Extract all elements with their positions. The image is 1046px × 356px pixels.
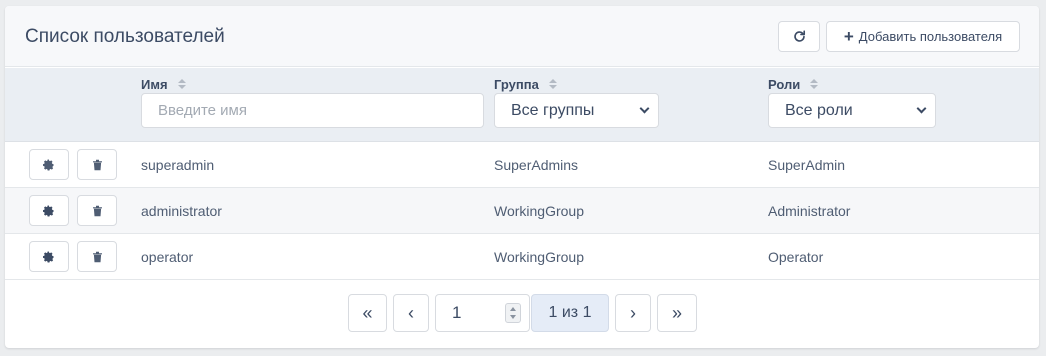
next-page-button[interactable]: › [615,294,651,332]
name-filter-input[interactable] [141,93,484,128]
first-page-button[interactable]: « [348,294,387,332]
column-roles-header[interactable]: Роли [768,77,819,92]
user-group-cell: WorkingGroup [494,203,585,219]
chevron-down-icon [916,103,927,114]
roles-filter-select[interactable]: Все роли [768,93,936,128]
group-select-value: Все группы [511,101,595,119]
user-group-cell: WorkingGroup [494,249,585,265]
page-number-input[interactable]: 1 [435,294,530,332]
delete-button[interactable] [77,149,117,180]
add-user-label: Добавить пользователя [858,29,1003,44]
spinner-icon[interactable] [505,303,521,323]
user-role-cell: Operator [768,249,824,265]
trash-icon [92,159,102,170]
refresh-icon [793,30,805,42]
user-name-cell: operator [141,249,194,265]
users-card: Список пользователей + Добавить пользова… [5,6,1039,348]
page-number-value: 1 [452,303,462,322]
column-roles-label: Роли [768,77,801,92]
add-user-button[interactable]: + Добавить пользователя [826,21,1020,52]
column-name-label: Имя [141,77,168,92]
refresh-button[interactable] [778,21,820,52]
page-info-label: 1 из 1 [548,304,592,321]
gear-icon [43,204,54,217]
trash-icon [92,205,102,216]
pagination: « ‹ 1 1 из 1 › » [5,294,1039,332]
column-group-label: Группа [494,77,539,92]
sort-icon [810,79,819,90]
user-role-cell: Administrator [768,203,851,219]
table-row: administrator WorkingGroup Administrator [5,188,1039,234]
sort-icon [177,79,186,90]
group-filter-select[interactable]: Все группы [494,93,659,128]
gear-icon [43,158,54,171]
plus-icon: + [843,27,854,46]
card-header: Список пользователей + Добавить пользова… [5,6,1039,67]
page-info: 1 из 1 [531,294,609,332]
user-role-cell: SuperAdmin [768,157,846,173]
settings-button[interactable] [29,149,69,180]
last-page-button[interactable]: » [657,294,697,332]
chevron-right-icon: › [630,302,636,323]
table-row: operator WorkingGroup Operator [5,234,1039,280]
roles-select-value: Все роли [785,101,853,119]
chevron-down-icon [639,103,650,114]
chevron-left-icon: ‹ [408,302,414,323]
delete-button[interactable] [77,195,117,226]
page-title: Список пользователей [25,26,225,47]
double-chevron-right-icon: » [671,302,682,323]
column-name-header[interactable]: Имя [141,77,186,92]
settings-button[interactable] [29,241,69,272]
gear-icon [43,250,54,263]
sort-icon [548,79,557,90]
table-row: superadmin SuperAdmins SuperAdmin [5,142,1039,188]
trash-icon [92,251,102,262]
prev-page-button[interactable]: ‹ [393,294,429,332]
delete-button[interactable] [77,241,117,272]
user-name-cell: administrator [141,203,222,219]
user-name-cell: superadmin [141,157,215,173]
column-group-header[interactable]: Группа [494,77,557,92]
user-group-cell: SuperAdmins [494,157,579,173]
double-chevron-left-icon: « [362,302,373,323]
settings-button[interactable] [29,195,69,226]
